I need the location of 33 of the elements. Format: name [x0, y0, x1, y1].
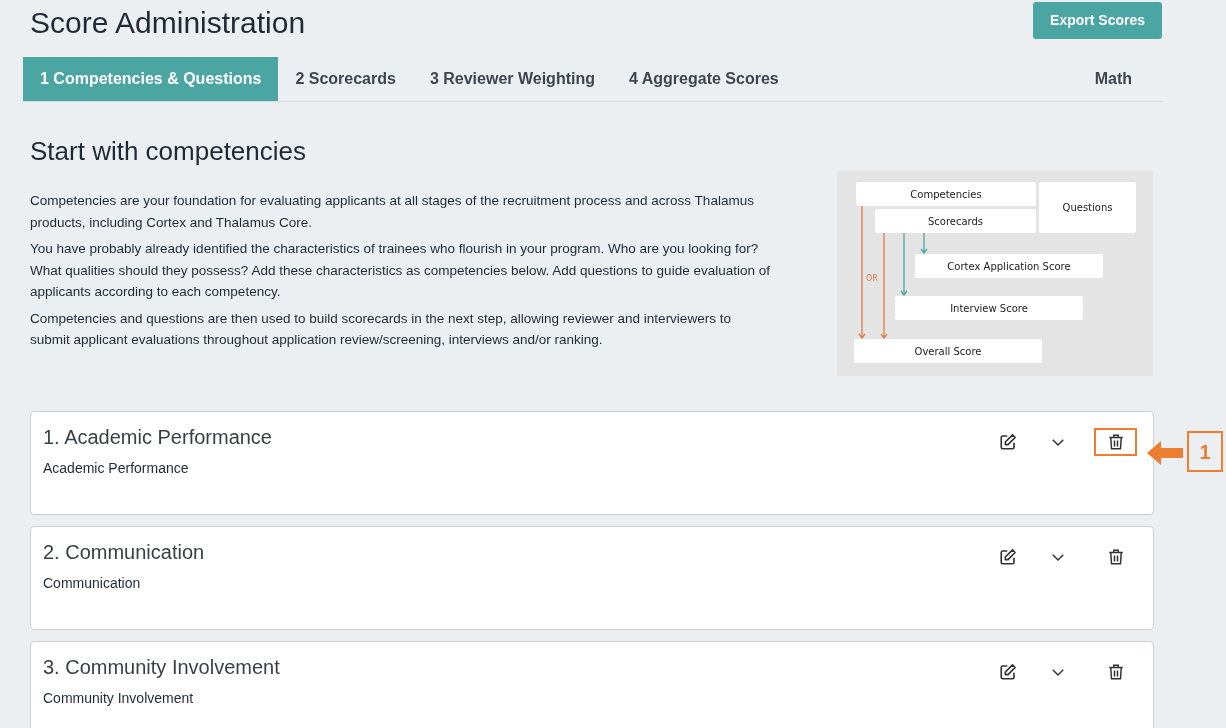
diagram-box: Scorecards [875, 209, 1036, 233]
tab[interactable]: 3 Reviewer Weighting [412, 57, 612, 101]
edit-icon [999, 548, 1017, 566]
tab[interactable]: Math [1077, 57, 1149, 101]
section-heading: Start with competencies [30, 138, 307, 164]
competency-title: 3. Community Involvement [43, 655, 280, 680]
competency-title: 1. Academic Performance [43, 425, 272, 450]
callout-number: 1 [1187, 431, 1223, 472]
trash-icon [1106, 433, 1125, 451]
competency-description: Academic Performance [43, 459, 190, 478]
tab[interactable]: 2 Scorecards [278, 57, 413, 101]
tab[interactable]: 4 Aggregate Scores [612, 57, 796, 101]
trash-icon [1106, 548, 1125, 566]
page-title: Score Administration [30, 8, 306, 38]
edit-icon [999, 433, 1017, 451]
diagram-box: Cortex Application Score [915, 254, 1103, 278]
arrow [900, 233, 908, 296]
diagram-box: Interview Score [895, 296, 1083, 320]
callout-arrow [1147, 440, 1183, 466]
arrow [920, 233, 928, 254]
edit-icon [999, 663, 1017, 681]
trash-icon [1106, 663, 1125, 681]
intro-paragraph: Competencies are your foundation for evaluating applicants at all stages of the recruitment process and across Thalamus products, including Cortex and Thalamus Core. [30, 192, 755, 232]
competency-description: Community Involvement [43, 689, 195, 708]
diagram-box: Overall Score [854, 339, 1042, 363]
intro-paragraph: Competencies and questions are then used to build scorecards in the next step, allowing reviewer and interviewers to submit applicant evaluations throughout application review/screening, interviews and/or ranking. [30, 309, 732, 349]
diagram-box: Questions [1039, 182, 1136, 233]
diagram-box: Competencies [856, 182, 1036, 206]
delete-button[interactable] [1094, 428, 1137, 456]
competency-description: Communication [43, 574, 142, 593]
or-label: OR [866, 273, 878, 285]
intro-paragraph: You have probably already identified the characteristics of trainees who flourish in your program. Who are you looking for? What qualities should they possess? Add these characteristics as competencies below. Add questions to guide evaluation of applicants according to each competency. [30, 240, 770, 301]
competency-title: 2. Communication [43, 540, 205, 565]
